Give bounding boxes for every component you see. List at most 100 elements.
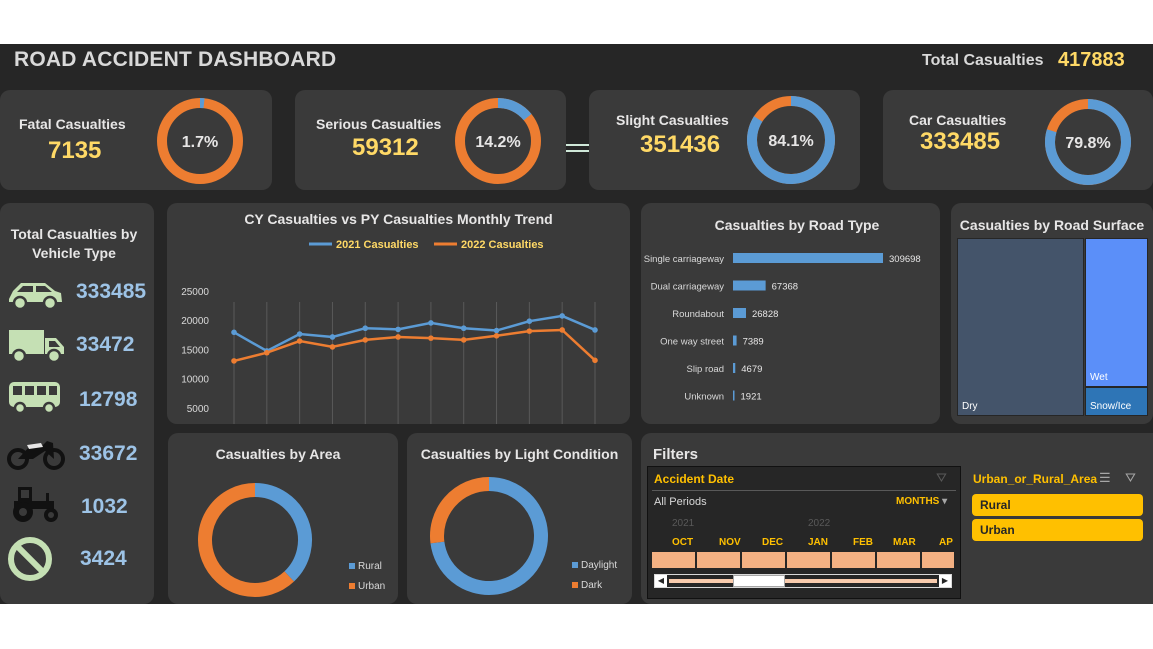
bar	[733, 280, 766, 291]
y-tick-label: 5000	[187, 404, 210, 415]
vehicle-value-bus: 12798	[79, 388, 138, 411]
vehicle-value-truck: 33472	[76, 333, 135, 356]
kpi-card-fatal: Fatal Casualties 7135 1.7%	[0, 90, 272, 190]
divider	[652, 490, 956, 491]
timeline-slicer[interactable]: Accident Date ⛛ All Periods MONTHS ▾ 202…	[647, 466, 961, 599]
treemap-label: Wet	[1090, 372, 1108, 383]
timeline-scrollbar[interactable]: ◀ ▶	[654, 574, 952, 588]
data-point	[231, 358, 237, 364]
bar-value-label: 67368	[772, 282, 798, 293]
treemap-tile-snow-ice: Snow/Ice	[1085, 387, 1148, 416]
legend-swatch	[349, 583, 355, 589]
timeline-unit-label: MONTHS	[896, 496, 940, 507]
kpi-value: 351436	[640, 131, 721, 158]
kpi-value: 333485	[920, 128, 1001, 155]
tractor-icon	[13, 487, 58, 522]
vehicle-value-car: 333485	[76, 280, 147, 303]
kpi-label: Car Casualties	[909, 112, 1007, 128]
kpi-value: 59312	[352, 134, 419, 161]
clear-filter-icon[interactable]: ⛛	[1125, 470, 1136, 486]
timeline-unit-dropdown[interactable]: MONTHS ▾	[896, 496, 947, 507]
bar-category-label: Slip road	[687, 364, 725, 375]
donut-center-label: 14.2%	[475, 134, 520, 151]
donut-center-label: 84.1%	[768, 133, 813, 150]
timeline-bar[interactable]	[652, 552, 954, 568]
car-icon	[9, 283, 62, 311]
kpi-donut-chart: 79.8%	[1045, 99, 1131, 185]
y-tick-label: 10000	[181, 375, 209, 386]
data-point	[264, 349, 270, 356]
data-point	[592, 327, 598, 333]
timeline-period: All Periods	[654, 496, 707, 508]
data-point	[460, 337, 467, 343]
scroll-thumb[interactable]	[733, 575, 785, 587]
data-point	[428, 335, 434, 341]
data-point	[296, 338, 303, 344]
data-point	[395, 326, 401, 333]
chevron-down-icon: ▾	[942, 496, 948, 507]
vehicle-value-tractor: 1032	[81, 495, 128, 518]
vehicle-panel-title: Total Casualties by Vehicle Type	[0, 225, 148, 263]
bar	[733, 335, 737, 346]
dashboard-title: ROAD ACCIDENT DASHBOARD	[14, 48, 337, 71]
kpi-card-slight: Slight Casualties 351436 84.1%	[589, 90, 860, 190]
kpi-donut-chart: 1.7%	[157, 98, 243, 184]
light-panel: Casualties by Light Condition Daylight Da…	[407, 433, 632, 604]
vehicle-title-line1: Total Casualties by	[10, 226, 138, 242]
timeline-month[interactable]: AP	[939, 537, 953, 548]
bar-category-label: Dual carriageway	[651, 282, 725, 293]
treemap-tile-wet: Wet	[1085, 238, 1148, 387]
clear-filter-icon[interactable]: ⛛	[936, 470, 947, 486]
timeline-month[interactable]: FEB	[853, 537, 873, 548]
treemap-label: Snow/Ice	[1090, 401, 1132, 412]
data-point	[428, 320, 434, 326]
data-point	[395, 334, 401, 340]
timeline-month[interactable]: NOV	[719, 537, 741, 548]
data-point	[526, 318, 533, 324]
data-point	[460, 325, 467, 332]
bar-category-label: Roundabout	[672, 309, 724, 320]
light-donut-chart: Daylight Dark	[430, 477, 617, 595]
legend-label: Urban	[358, 581, 385, 592]
data-point	[592, 357, 598, 364]
connector-line	[566, 144, 589, 146]
data-point	[559, 313, 565, 319]
monthly-trend-panel: CY Casualties vs PY Casualties Monthly T…	[167, 203, 630, 424]
data-point	[493, 327, 500, 334]
slicer-item-urban[interactable]: Urban	[972, 519, 1143, 541]
bar-category-label: Unknown	[684, 392, 724, 403]
scroll-track	[669, 579, 937, 583]
timeline-month[interactable]: JAN	[808, 537, 828, 548]
data-point	[559, 327, 565, 333]
donut-segment	[198, 483, 295, 597]
kpi-donut-chart: 84.1%	[747, 96, 835, 184]
kpi-label: Slight Casualties	[616, 112, 729, 128]
bus-icon	[9, 382, 60, 415]
vehicle-value-other: 3424	[80, 547, 127, 570]
bar-category-label: One way street	[660, 337, 724, 348]
kpi-label: Serious Casualties	[316, 116, 442, 132]
timeline-month[interactable]: OCT	[672, 537, 693, 548]
data-point	[362, 325, 369, 332]
y-tick-label: 20000	[181, 316, 209, 327]
total-casualties-value: 417883	[1058, 49, 1125, 71]
kpi-value: 7135	[48, 137, 102, 164]
legend-label: 2021 Casualties	[336, 239, 419, 251]
bar-category-label: Single carriageway	[644, 254, 725, 265]
total-casualties-label: Total Casualties	[922, 52, 1044, 69]
kpi-label: Fatal Casualties	[19, 116, 126, 132]
multi-select-icon[interactable]: ☰	[1099, 470, 1111, 486]
kpi-donut-chart: 14.2%	[455, 98, 541, 184]
scroll-left-icon[interactable]: ◀	[655, 575, 667, 587]
data-point	[362, 337, 369, 343]
donut-center-label: 1.7%	[182, 134, 218, 151]
slicer-item-rural[interactable]: Rural	[972, 494, 1143, 516]
bar	[733, 363, 736, 373]
data-point	[329, 334, 336, 340]
y-tick-label: 15000	[181, 345, 209, 356]
series-line	[233, 328, 596, 363]
scroll-right-icon[interactable]: ▶	[939, 575, 951, 587]
timeline-month[interactable]: DEC	[762, 537, 783, 548]
data-point	[231, 329, 237, 336]
timeline-month[interactable]: MAR	[893, 537, 916, 548]
